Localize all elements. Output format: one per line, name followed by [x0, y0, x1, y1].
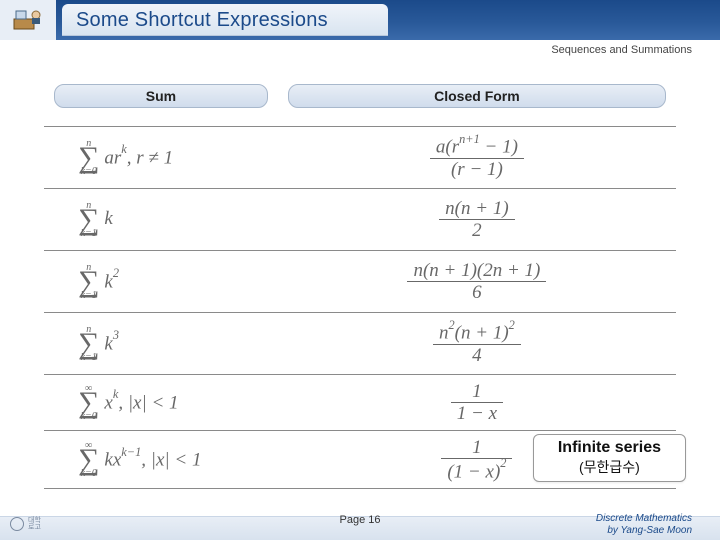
slide-title: Some Shortcut Expressions — [76, 9, 328, 32]
slide-header: Some Shortcut Expressions — [0, 0, 720, 40]
table-row: n∑k=0ark, r ≠ 1a(rn+1 − 1)(r − 1) — [44, 126, 676, 188]
page-number: Page 16 — [340, 514, 381, 526]
slide-subtitle: Sequences and Summations — [551, 44, 692, 56]
callout-line2: (무한급수) — [558, 457, 661, 477]
table-row: n∑k=1k2n(n + 1)(2n + 1)6 — [44, 250, 676, 312]
callout-line1: Infinite series — [558, 439, 661, 457]
col-header-sum: Sum — [54, 84, 268, 108]
credit-line-2: by Yang-Sae Moon — [596, 525, 692, 537]
credits: Discrete Mathematics by Yang-Sae Moon — [596, 513, 692, 536]
col-header-closed: Closed Form — [288, 84, 666, 108]
table-row: ∞∑k=0xk, |x| < 111 − x — [44, 374, 676, 430]
header-icon — [0, 0, 56, 40]
formula-table: Sum Closed Form n∑k=0ark, r ≠ 1a(rn+1 − … — [44, 64, 676, 489]
credit-line-1: Discrete Mathematics — [596, 513, 692, 525]
content-area: Sum Closed Form n∑k=0ark, r ≠ 1a(rn+1 − … — [0, 40, 720, 489]
title-pill: Some Shortcut Expressions — [62, 4, 388, 36]
footer-logo: 대학로고 — [10, 514, 90, 534]
table-row: n∑k=1kn(n + 1)2 — [44, 188, 676, 250]
table-row: n∑k=1k3n2(n + 1)24 — [44, 312, 676, 374]
desk-icon — [10, 5, 46, 35]
callout-box: Infinite series (무한급수) — [533, 434, 686, 482]
